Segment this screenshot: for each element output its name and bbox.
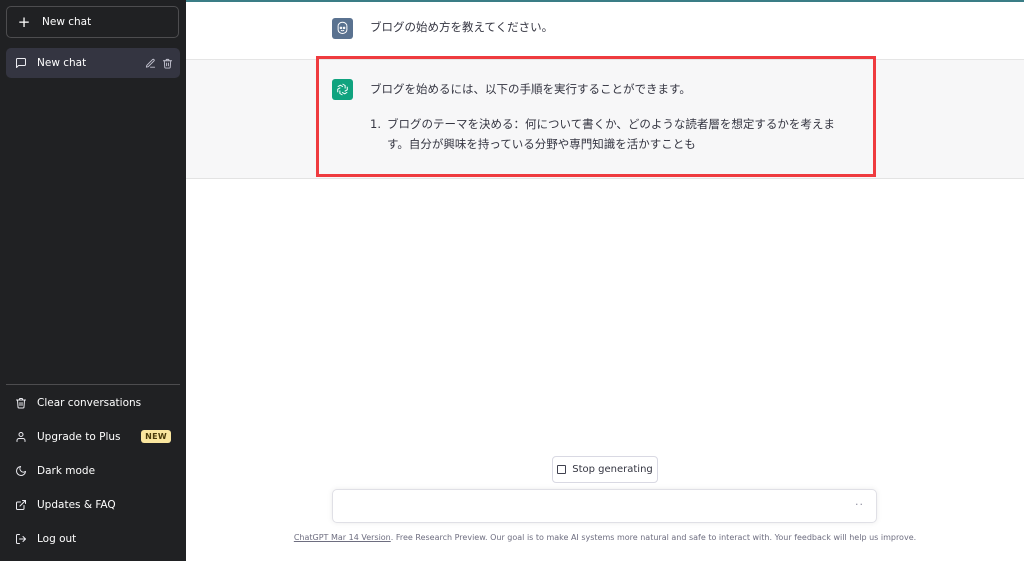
moon-icon [15,465,27,477]
user-message: ブログの始め方を教えてください。 [186,2,1024,60]
updates-faq-label: Updates & FAQ [37,499,116,511]
trash-icon[interactable] [160,56,174,70]
conversation-label: New chat [37,57,87,69]
upgrade-label: Upgrade to Plus [37,431,121,443]
message-input[interactable] [343,496,837,518]
trash-icon [15,397,27,409]
pencil-icon[interactable] [143,56,157,70]
updates-faq-link[interactable]: Updates & FAQ [6,488,180,522]
dark-mode-label: Dark mode [37,465,96,477]
user-message-text: ブログの始め方を教えてください。 [370,20,554,34]
chat-bubble-icon [15,57,27,69]
log-out-button[interactable]: Log out [6,522,180,556]
dark-mode-button[interactable]: Dark mode [6,454,180,488]
stop-generating-label: Stop generating [572,464,653,475]
clear-conversations-button[interactable]: Clear conversations [6,386,180,420]
upgrade-to-plus-button[interactable]: Upgrade to Plus NEW [6,420,180,454]
message-composer[interactable]: ·· [332,489,877,523]
highlight-box [316,56,876,177]
logout-icon [15,533,27,545]
new-badge: NEW [141,430,171,443]
conversation-item[interactable]: New chat [6,48,180,78]
footer-text: . Free Research Preview. Our goal is to … [390,533,917,542]
chat-main: ブログの始め方を教えてください。 ブログを始めるには、以下の手順を実行することが… [186,0,1024,561]
version-link[interactable]: ChatGPT Mar 14 Version [294,533,391,542]
sidebar-menu: Clear conversations Upgrade to Plus NEW … [6,386,180,556]
footer-disclaimer: ChatGPT Mar 14 Version. Free Research Pr… [186,533,1024,542]
stop-square-icon [557,465,567,474]
sidebar: + New chat New chat Clear conversations … [0,0,186,561]
user-avatar [332,18,353,39]
user-icon [15,431,27,443]
external-link-icon [15,499,27,511]
sidebar-divider [6,384,180,385]
new-chat-label: New chat [42,16,92,28]
typing-indicator: ·· [855,498,864,511]
new-chat-button[interactable]: + New chat [6,6,179,38]
stop-generating-button[interactable]: Stop generating [552,456,658,483]
plus-icon: + [17,12,31,31]
clear-conversations-label: Clear conversations [37,397,142,409]
log-out-label: Log out [37,533,77,545]
